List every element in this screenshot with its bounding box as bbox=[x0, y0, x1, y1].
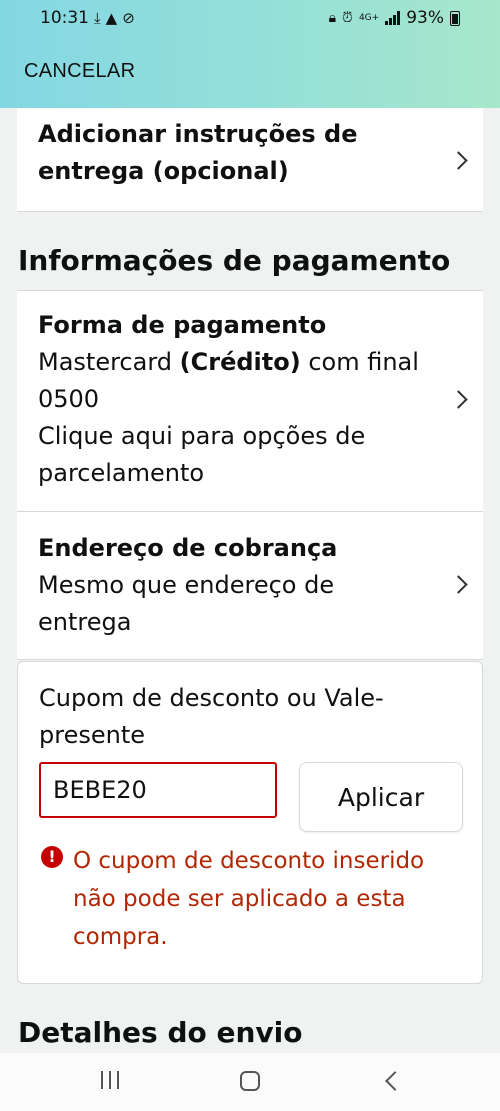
delivery-instructions-label: Adicionar instruções de entrega (opciona… bbox=[38, 120, 358, 185]
lock-icon: 🔒︎ bbox=[328, 10, 337, 26]
card-brand: Mastercard bbox=[38, 348, 173, 376]
coupon-card: Cupom de desconto ou Vale-presente Aplic… bbox=[17, 661, 483, 984]
payment-method-row[interactable]: Forma de pagamento Mastercard (Crédito) … bbox=[17, 291, 483, 511]
home-icon[interactable] bbox=[240, 1071, 260, 1091]
payment-section-title: Informações de pagamento bbox=[18, 244, 451, 277]
chevron-right-icon bbox=[449, 390, 468, 409]
coupon-input[interactable] bbox=[39, 762, 277, 818]
status-system-icons: 🔒︎ ⏰︎ 4G+ 93% bbox=[329, 8, 460, 28]
card-type: (Crédito) bbox=[179, 348, 301, 376]
error-icon: ! bbox=[41, 846, 63, 868]
alarm-icon: ⏰︎ bbox=[342, 10, 353, 26]
battery-percent: 93% bbox=[406, 8, 444, 28]
chevron-right-icon bbox=[449, 151, 468, 170]
billing-address-title: Endereço de cobrança bbox=[38, 534, 338, 562]
billing-address-value: Mesmo que endereço de entrega bbox=[38, 571, 335, 636]
status-notification-icons: ⤓ ▲ ⊘ bbox=[94, 9, 135, 27]
chevron-right-icon bbox=[449, 575, 468, 594]
signal-icon bbox=[385, 11, 401, 25]
blocked-icon: ⊘ bbox=[122, 9, 135, 27]
status-bar: 10:31 ⤓ ▲ ⊘ 🔒︎ ⏰︎ 4G+ 93% bbox=[0, 0, 500, 36]
coupon-error-message: O cupom de desconto inserido não pode se… bbox=[73, 848, 425, 950]
status-time: 10:31 bbox=[40, 8, 89, 28]
network-type: 4G+ bbox=[358, 12, 380, 23]
shipping-section-title: Detalhes do envio bbox=[18, 1016, 303, 1049]
back-icon[interactable] bbox=[385, 1071, 405, 1091]
installments-link: Clique aqui para opções de parcelamento bbox=[38, 422, 366, 487]
payment-card: Forma de pagamento Mastercard (Crédito) … bbox=[17, 290, 483, 660]
delivery-instructions-row[interactable]: Adicionar instruções de entrega (opciona… bbox=[17, 108, 483, 212]
apply-coupon-button[interactable]: Aplicar bbox=[299, 762, 463, 832]
payment-method-card: Mastercard (Crédito) com final 0500 bbox=[38, 344, 423, 418]
recents-icon[interactable] bbox=[101, 1071, 119, 1089]
warning-icon: ▲ bbox=[105, 9, 118, 27]
payment-method-title: Forma de pagamento bbox=[38, 311, 327, 339]
battery-icon bbox=[450, 10, 460, 26]
download-icon: ⤓ bbox=[94, 9, 101, 27]
billing-address-row[interactable]: Endereço de cobrança Mesmo que endereço … bbox=[17, 512, 483, 660]
coupon-label: Cupom de desconto ou Vale-presente bbox=[39, 684, 384, 749]
system-navigation-bar bbox=[0, 1053, 500, 1111]
cancel-button[interactable]: CANCELAR bbox=[24, 60, 135, 83]
app-header: 10:31 ⤓ ▲ ⊘ 🔒︎ ⏰︎ 4G+ 93% CANCELAR bbox=[0, 0, 500, 108]
